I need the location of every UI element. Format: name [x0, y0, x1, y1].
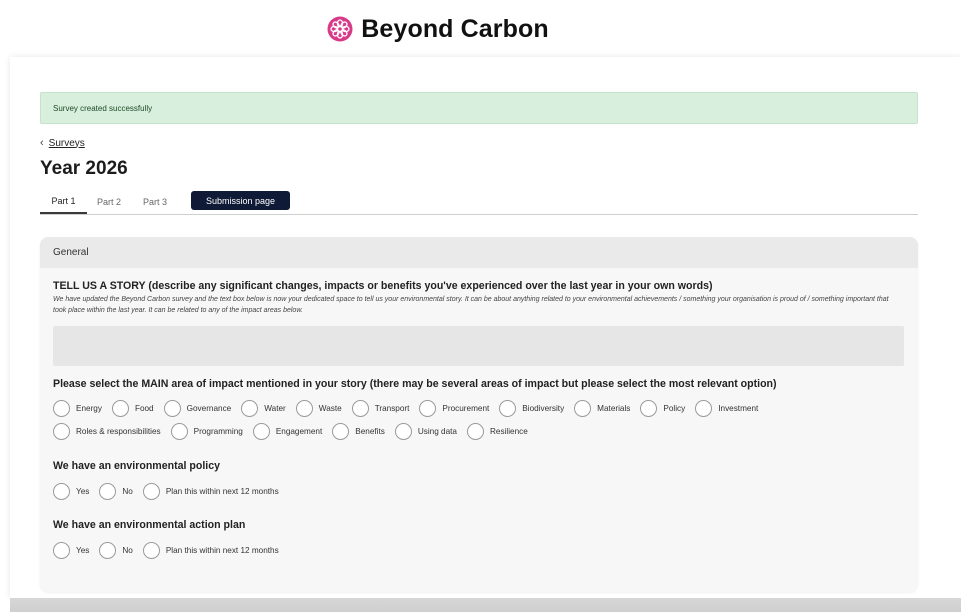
option-label: Resilience — [490, 427, 528, 436]
radio-button[interactable] — [163, 400, 181, 417]
option-governance[interactable]: Governance — [163, 400, 232, 417]
radio-button[interactable] — [419, 400, 437, 417]
option-label: No — [122, 487, 133, 496]
section-title: General — [53, 247, 89, 258]
radio-button[interactable] — [640, 400, 658, 417]
option-policy[interactable]: Policy — [640, 400, 685, 417]
section-header: General — [40, 237, 918, 268]
option-using-data[interactable]: Using data — [394, 423, 457, 440]
radio-button[interactable] — [53, 423, 70, 440]
radio-button[interactable] — [170, 423, 188, 440]
general-section: General TELL US A STORY (describe any si… — [40, 237, 918, 592]
env-policy-option-yes[interactable]: Yes — [53, 483, 89, 500]
chevron-left-icon: ‹ — [40, 137, 44, 149]
radio-button[interactable] — [394, 423, 412, 440]
option-label: Transport — [374, 404, 410, 413]
radio-button[interactable] — [99, 542, 117, 559]
option-label: Energy — [76, 404, 102, 413]
env-policy-option-no[interactable]: No — [99, 483, 133, 500]
option-label: Programming — [193, 427, 243, 436]
page-title: Year 2026 — [40, 158, 128, 179]
option-biodiversity[interactable]: Biodiversity — [499, 400, 564, 417]
env-policy-option-plan[interactable]: Plan this within next 12 months — [142, 483, 279, 500]
main-area-options-row-1: Energy Food Governance Water Waste Trans… — [53, 400, 768, 417]
option-label: Plan this within next 12 months — [165, 487, 279, 496]
radio-button[interactable] — [351, 400, 369, 417]
radio-button[interactable] — [142, 483, 160, 500]
option-label: Water — [264, 404, 286, 413]
option-roles-responsibilities[interactable]: Roles & responsibilities — [53, 423, 161, 440]
option-label: No — [122, 546, 133, 555]
radio-button[interactable] — [111, 400, 129, 417]
option-materials[interactable]: Materials — [574, 400, 630, 417]
radio-button[interactable] — [53, 483, 70, 500]
back-to-surveys-link[interactable]: Surveys — [49, 138, 85, 149]
env-action-plan-option-yes[interactable]: Yes — [53, 542, 89, 559]
env-policy-question: We have an environmental policy — [53, 460, 221, 472]
main-frame: Survey created successfully ‹ Surveys Ye… — [10, 57, 961, 598]
radio-button[interactable] — [53, 400, 70, 417]
radio-button[interactable] — [99, 483, 117, 500]
env-action-plan-question: We have an environmental action plan — [53, 519, 246, 531]
tab-part-2[interactable]: Part 2 — [88, 190, 130, 214]
brand-name: Beyond Carbon — [361, 14, 549, 43]
radio-button[interactable] — [241, 400, 259, 417]
brand[interactable]: Beyond Carbon — [327, 14, 549, 44]
option-engagement[interactable]: Engagement — [252, 423, 323, 440]
tab-part-1[interactable]: Part 1 — [40, 190, 87, 214]
env-action-plan-options: Yes No Plan this within next 12 months — [53, 542, 289, 559]
radio-button[interactable] — [695, 400, 713, 417]
tab-part-3[interactable]: Part 3 — [134, 190, 176, 214]
option-benefits[interactable]: Benefits — [332, 423, 385, 440]
option-food[interactable]: Food — [111, 400, 154, 417]
option-label: Biodiversity — [522, 404, 565, 413]
radio-button[interactable] — [467, 423, 484, 440]
env-action-plan-option-plan[interactable]: Plan this within next 12 months — [142, 542, 279, 559]
radio-button[interactable] — [295, 400, 313, 417]
option-label: Investment — [718, 404, 759, 413]
radio-button[interactable] — [252, 423, 270, 440]
success-alert: Survey created successfully — [40, 92, 918, 124]
main-area-options-row-2: Roles & responsibilities Programming Eng… — [53, 423, 538, 440]
option-energy[interactable]: Energy — [53, 400, 102, 417]
option-waste[interactable]: Waste — [295, 400, 342, 417]
option-label: Waste — [318, 404, 342, 413]
env-policy-options: Yes No Plan this within next 12 months — [53, 483, 289, 500]
option-label: Food — [134, 404, 154, 413]
option-resilience[interactable]: Resilience — [467, 423, 528, 440]
bottom-shadow-strip — [10, 598, 961, 612]
option-label: Engagement — [275, 427, 323, 436]
option-label: Roles & responsibilities — [76, 427, 161, 436]
radio-button[interactable] — [332, 423, 350, 440]
option-label: Using data — [417, 427, 457, 436]
option-label: Policy — [663, 404, 686, 413]
option-water[interactable]: Water — [241, 400, 286, 417]
option-investment[interactable]: Investment — [695, 400, 758, 417]
option-programming[interactable]: Programming — [170, 423, 243, 440]
option-label: Yes — [76, 546, 90, 555]
option-transport[interactable]: Transport — [351, 400, 410, 417]
story-question: TELL US A STORY (describe any significan… — [53, 280, 713, 292]
radio-button[interactable] — [574, 400, 592, 417]
survey-tabs: Part 1 Part 2 Part 3 Submission page — [40, 190, 918, 215]
radio-button[interactable] — [142, 542, 160, 559]
story-description: We have updated the Beyond Carbon survey… — [53, 296, 889, 314]
beyond-carbon-logo-icon — [327, 16, 353, 42]
option-label: Materials — [597, 404, 631, 413]
story-textarea[interactable] — [53, 326, 904, 366]
option-label: Yes — [76, 487, 90, 496]
env-action-plan-option-no[interactable]: No — [99, 542, 133, 559]
brand-header: Beyond Carbon — [0, 0, 961, 56]
radio-button[interactable] — [53, 542, 70, 559]
radio-button[interactable] — [499, 400, 517, 417]
option-label: Plan this within next 12 months — [165, 546, 279, 555]
option-procurement[interactable]: Procurement — [419, 400, 489, 417]
alert-text: Survey created successfully — [53, 103, 153, 113]
option-label: Benefits — [355, 427, 385, 436]
breadcrumb: ‹ Surveys — [40, 137, 85, 149]
option-label: Procurement — [442, 404, 490, 413]
main-area-question: Please select the MAIN area of impact me… — [53, 378, 777, 390]
option-label: Governance — [186, 404, 232, 413]
tab-submission-page[interactable]: Submission page — [191, 191, 290, 210]
